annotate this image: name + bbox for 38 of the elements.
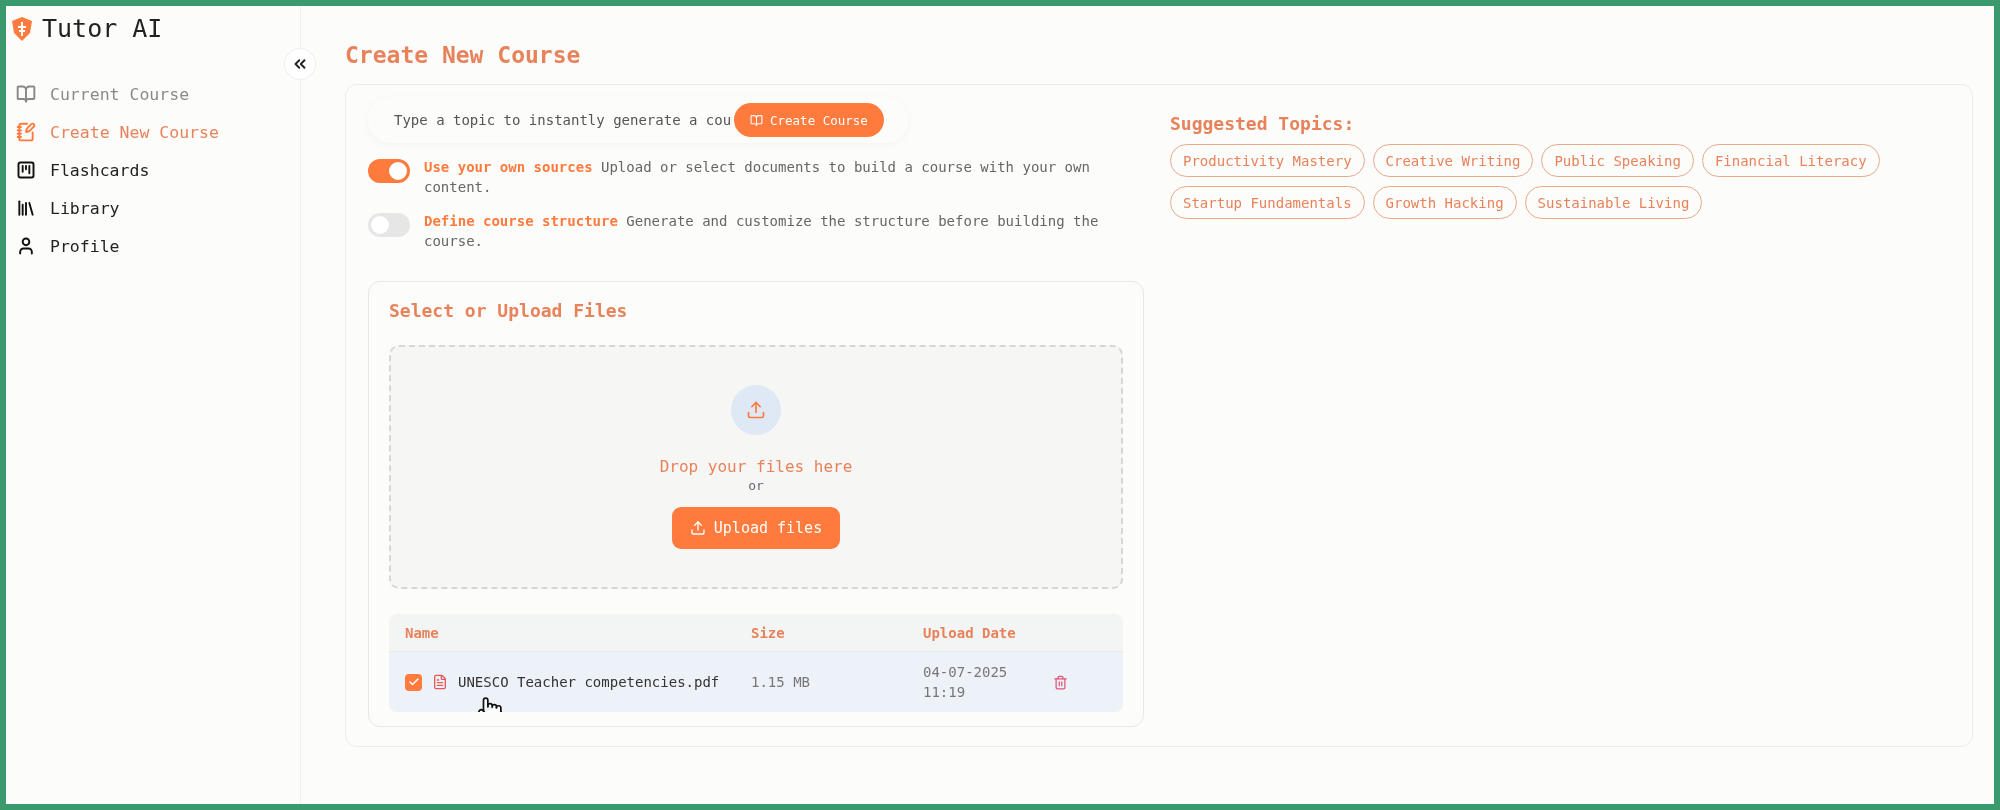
- pdf-file-icon: [432, 674, 448, 690]
- collapse-button[interactable]: [284, 48, 316, 80]
- upload-date: 04-07-2025 11:19: [923, 663, 1009, 702]
- nav-icon: [16, 160, 36, 180]
- sidebar-item[interactable]: Library: [12, 195, 300, 221]
- app-title: Tutor AI: [42, 14, 163, 43]
- sidebar-item[interactable]: Flashcards: [12, 157, 300, 183]
- nav-icon: [16, 84, 36, 104]
- sidebar-item[interactable]: Profile: [12, 233, 300, 259]
- page-title: Create New Course: [345, 42, 582, 68]
- nav-icon: [16, 236, 36, 256]
- upload-icon: [689, 520, 706, 536]
- column-header: Upload Date: [923, 624, 1017, 641]
- toggle-switch[interactable]: [368, 159, 410, 183]
- or-text: or: [748, 478, 764, 493]
- create-course-button[interactable]: Create Course: [734, 103, 884, 137]
- file-size: 1.15 MB: [751, 674, 811, 690]
- column-header: Size: [751, 624, 786, 641]
- topic-input-field[interactable]: Type a topic to instantly generate a cou Create Course: [368, 97, 908, 143]
- upload-icon: [731, 385, 781, 435]
- column-header: Name: [405, 624, 440, 641]
- sidebar-item[interactable]: Create New Course: [12, 119, 300, 145]
- file-name: UNESCO Teacher competencies.pdf: [458, 674, 720, 690]
- suggested-topics-title: Suggested Topics:: [1170, 113, 1356, 134]
- nav-icon: [16, 198, 36, 218]
- option-description: Use your own sources Upload or select documents to build a course with your own content.: [424, 158, 1091, 197]
- drop-zone[interactable]: Drop your files here or Upload files: [389, 345, 1123, 589]
- book-icon: [750, 113, 763, 127]
- delete-icon[interactable]: [1053, 674, 1068, 690]
- option-description: Define course structure Generate and customize the structure before building the course.: [424, 212, 1100, 251]
- upload-button[interactable]: Upload files: [671, 507, 841, 549]
- drop-text: Drop your files here: [659, 457, 853, 476]
- upload-title: Select or Upload Files: [389, 300, 629, 321]
- checkbox[interactable]: [405, 673, 422, 691]
- nav-icon: [16, 122, 36, 142]
- check-icon: [407, 676, 420, 688]
- toggle-switch[interactable]: [368, 213, 410, 237]
- shield-logo-icon: [12, 16, 32, 41]
